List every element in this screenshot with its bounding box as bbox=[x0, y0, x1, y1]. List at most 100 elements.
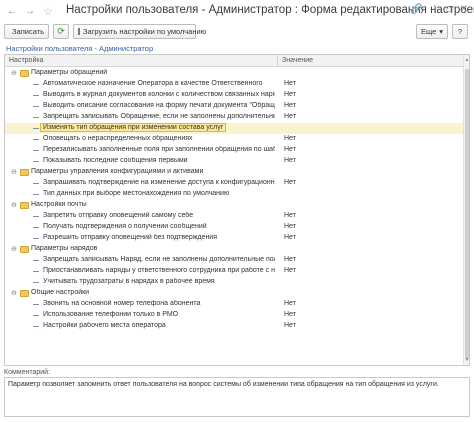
scroll-down-icon[interactable]: ▼ bbox=[464, 357, 469, 363]
setting-item-icon bbox=[33, 216, 39, 217]
column-header-setting[interactable]: Настройка bbox=[9, 57, 43, 64]
setting-value: Нет bbox=[284, 267, 296, 274]
column-divider[interactable] bbox=[277, 55, 278, 67]
setting-name: Выводить в журнал документов колонки с к… bbox=[43, 91, 275, 98]
setting-name: Приостанавливать наряды у ответственного… bbox=[43, 267, 275, 274]
table-row[interactable]: Использование телефонии только в РМО Нет bbox=[5, 310, 465, 321]
setting-item-icon bbox=[33, 139, 39, 140]
setting-value: Нет bbox=[284, 234, 296, 241]
table-row[interactable]: Звонить на основной номер телефона абоне… bbox=[5, 299, 465, 310]
refresh-button[interactable]: ⟳ bbox=[53, 24, 69, 39]
folder-icon bbox=[20, 246, 29, 253]
setting-value: Нет bbox=[284, 135, 296, 142]
setting-value: Нет bbox=[284, 179, 296, 186]
collapse-icon[interactable]: ⊖ bbox=[11, 290, 18, 297]
setting-name: Изменять тип обращения при изменении сос… bbox=[39, 123, 227, 132]
table-row[interactable]: Показывать последние сообщения первыми Не… bbox=[5, 156, 465, 167]
setting-name: Автоматическое назначение Оператора в ка… bbox=[43, 80, 263, 87]
setting-name: Общие настройки bbox=[31, 289, 90, 296]
table-group-row[interactable]: ⊖ Общие настройки bbox=[5, 288, 465, 299]
collapse-icon[interactable]: ⊖ bbox=[11, 70, 18, 77]
save-button[interactable]: Записать bbox=[4, 24, 49, 39]
setting-name: Звонить на основной номер телефона абоне… bbox=[43, 300, 201, 307]
setting-item-icon bbox=[33, 326, 39, 327]
scroll-up-icon[interactable]: ▲ bbox=[464, 57, 469, 63]
title-bar: ← → ☆ Настройки пользователя - Администр… bbox=[0, 0, 474, 22]
setting-item-icon bbox=[33, 282, 39, 283]
table-row[interactable]: Запретить отправку оповещений самому себ… bbox=[5, 211, 465, 222]
table-row[interactable]: Настройки рабочего места оператора Нет bbox=[5, 321, 465, 332]
table-group-row[interactable]: ⊖ Параметры нарядов bbox=[5, 244, 465, 255]
setting-item-icon bbox=[33, 194, 39, 195]
setting-name: Параметры управления конфигурациями и ак… bbox=[31, 168, 204, 175]
chevron-down-icon: ▾ bbox=[439, 27, 444, 36]
table-row[interactable]: Разрешить отправку оповещений без подтве… bbox=[5, 233, 465, 244]
setting-value: Нет bbox=[284, 146, 296, 153]
scrollbar-thumb[interactable] bbox=[465, 69, 469, 359]
setting-item-icon bbox=[33, 84, 39, 85]
table-row[interactable]: Запрещать записывать Обращение, если не … bbox=[5, 112, 465, 123]
vertical-scrollbar[interactable]: ▲ ▼ bbox=[463, 55, 469, 365]
setting-item-icon bbox=[33, 304, 39, 305]
table-group-row[interactable]: ⊖ Настройки почты bbox=[5, 200, 465, 211]
table-group-row[interactable]: ⊖ Параметры обращений bbox=[5, 68, 465, 79]
more-vertical-icon[interactable]: ⋮ bbox=[430, 4, 440, 15]
column-header-value[interactable]: Значение bbox=[282, 57, 313, 64]
setting-item-icon bbox=[33, 106, 39, 107]
collapse-icon[interactable]: ⊖ bbox=[11, 246, 18, 253]
setting-item-icon bbox=[33, 271, 39, 272]
table-group-row[interactable]: ⊖ Параметры управления конфигурациями и а… bbox=[5, 167, 465, 178]
setting-name: Перезаписывать заполненные поля при запо… bbox=[43, 146, 275, 153]
folder-icon bbox=[20, 70, 29, 77]
folder-icon bbox=[20, 202, 29, 209]
setting-item-icon bbox=[33, 315, 39, 316]
table-row[interactable]: Тип данных при выборе местонахождения по… bbox=[5, 189, 465, 200]
more-button[interactable]: Еще ▾ bbox=[416, 24, 448, 39]
folder-icon bbox=[20, 290, 29, 297]
table-row[interactable]: Перезаписывать заполненные поля при запо… bbox=[5, 145, 465, 156]
help-button[interactable]: ? bbox=[452, 24, 468, 39]
toolbar: Записать ⟳ Загрузить настройки по умолча… bbox=[0, 24, 474, 40]
setting-name: Тип данных при выборе местонахождения по… bbox=[43, 190, 230, 197]
table-row[interactable]: Приостанавливать наряды у ответственного… bbox=[5, 266, 465, 277]
load-defaults-button[interactable]: Загрузить настройки по умолчанию bbox=[73, 24, 206, 39]
table-row[interactable]: Учитывать трудозатраты в нарядах в рабоч… bbox=[5, 277, 465, 288]
table-row[interactable]: Выводить описание согласования на форму … bbox=[5, 101, 465, 112]
close-icon[interactable]: ✕ bbox=[460, 4, 468, 15]
setting-item-icon bbox=[33, 227, 39, 228]
table-row[interactable]: Выводить в журнал документов колонки с к… bbox=[5, 90, 465, 101]
settings-table[interactable]: Настройка Значение ⊖ Параметры обращений А… bbox=[4, 54, 470, 366]
table-row[interactable]: Оповещать о нераспределенных обращениях Н… bbox=[5, 134, 465, 145]
setting-value: Нет bbox=[284, 157, 296, 164]
setting-item-icon bbox=[33, 161, 39, 162]
setting-name: Учитывать трудозатраты в нарядах в рабоч… bbox=[43, 278, 215, 285]
collapse-icon[interactable]: ⊖ bbox=[11, 202, 18, 209]
favorite-star-icon[interactable]: ☆ bbox=[42, 5, 54, 18]
table-row[interactable]: Получать подтверждения о получении сообщ… bbox=[5, 222, 465, 233]
comment-text[interactable]: Параметр позволяет запомнить ответ польз… bbox=[4, 377, 470, 417]
table-row[interactable]: Запрещать записывать Наряд, если не запо… bbox=[5, 255, 465, 266]
table-row[interactable]: Запрашивать подтверждение на изменение д… bbox=[5, 178, 465, 189]
forward-arrow-icon[interactable]: → bbox=[24, 5, 36, 17]
setting-value: Нет bbox=[284, 102, 296, 109]
help-label: ? bbox=[457, 27, 463, 36]
table-row[interactable]: Автоматическое назначение Оператора в ка… bbox=[5, 79, 465, 90]
setting-name: Запрещать записывать Наряд, если не запо… bbox=[43, 256, 275, 263]
refresh-icon: ⟳ bbox=[57, 26, 65, 36]
setting-item-icon bbox=[33, 260, 39, 261]
breadcrumb[interactable]: Настройки пользователя - Администратор bbox=[6, 44, 153, 53]
collapse-icon[interactable]: ⊖ bbox=[11, 169, 18, 176]
setting-value: Нет bbox=[284, 113, 296, 120]
back-arrow-icon[interactable]: ← bbox=[6, 5, 18, 17]
setting-item-icon bbox=[33, 117, 39, 118]
save-button-label: Записать bbox=[12, 27, 45, 36]
setting-name: Запрашивать подтверждение на изменение д… bbox=[43, 179, 275, 186]
setting-value: Нет bbox=[284, 256, 296, 263]
setting-value: Нет bbox=[284, 223, 296, 230]
maximize-icon[interactable]: □ bbox=[447, 4, 453, 15]
setting-name: Запретить отправку оповещений самому себ… bbox=[43, 212, 194, 219]
link-icon[interactable]: 🔗 bbox=[410, 4, 422, 15]
table-row[interactable]: Изменять тип обращения при изменении сос… bbox=[5, 123, 465, 134]
setting-item-icon bbox=[33, 183, 39, 184]
setting-value: Нет bbox=[284, 212, 296, 219]
